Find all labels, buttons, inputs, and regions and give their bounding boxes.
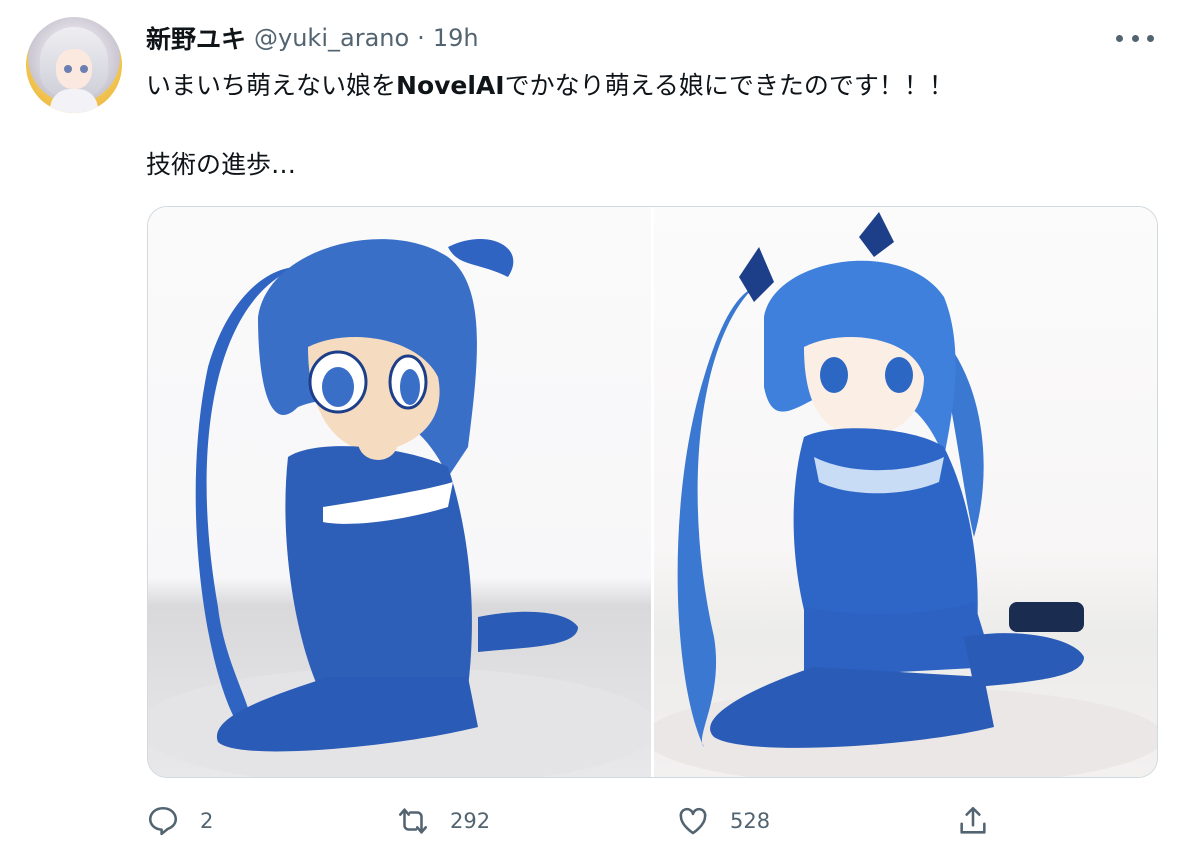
- share-button[interactable]: [956, 800, 990, 842]
- retweet-count: 292: [450, 809, 491, 833]
- avatar[interactable]: [26, 17, 122, 113]
- user-handle[interactable]: @yuki_arano: [254, 24, 409, 52]
- reply-button[interactable]: 2: [146, 800, 213, 842]
- like-icon: [679, 807, 707, 835]
- timestamp[interactable]: 19h: [433, 24, 479, 52]
- reply-count: 2: [200, 809, 214, 833]
- more-options-icon[interactable]: [1116, 28, 1154, 48]
- share-icon: [960, 806, 986, 834]
- retweet-icon: [398, 808, 428, 834]
- tweet-text-part: いまいち萌えない娘を: [146, 71, 397, 100]
- avatar-eye: [64, 65, 72, 73]
- tweet-header: 新野ユキ @yuki_arano · 19h: [146, 18, 479, 58]
- tweet-text-line-2: 技術の進歩…: [146, 150, 297, 179]
- media-grid: [147, 206, 1158, 778]
- separator-dot: ·: [417, 24, 425, 52]
- media-image-after[interactable]: [654, 207, 1157, 777]
- girl-illustration-after: [654, 212, 1157, 777]
- display-name[interactable]: 新野ユキ: [146, 20, 246, 56]
- avatar-eye: [80, 65, 88, 73]
- tweet-text-line-1: いまいち萌えない娘をNovelAIでかなり萌える娘にできたのです！！！: [146, 66, 954, 102]
- tweet-text-part: でかなり萌える娘にできたのです！！！: [504, 71, 954, 100]
- like-count: 528: [730, 809, 771, 833]
- like-button[interactable]: 528: [676, 800, 770, 842]
- media-image-before[interactable]: [148, 207, 651, 777]
- tweet-actions: 2 292 528: [146, 800, 1146, 842]
- reply-icon: [148, 806, 178, 836]
- retweet-button[interactable]: 292: [396, 800, 490, 842]
- girl-illustration-before: [148, 238, 651, 777]
- tweet-text-bold: NovelAI: [396, 71, 505, 100]
